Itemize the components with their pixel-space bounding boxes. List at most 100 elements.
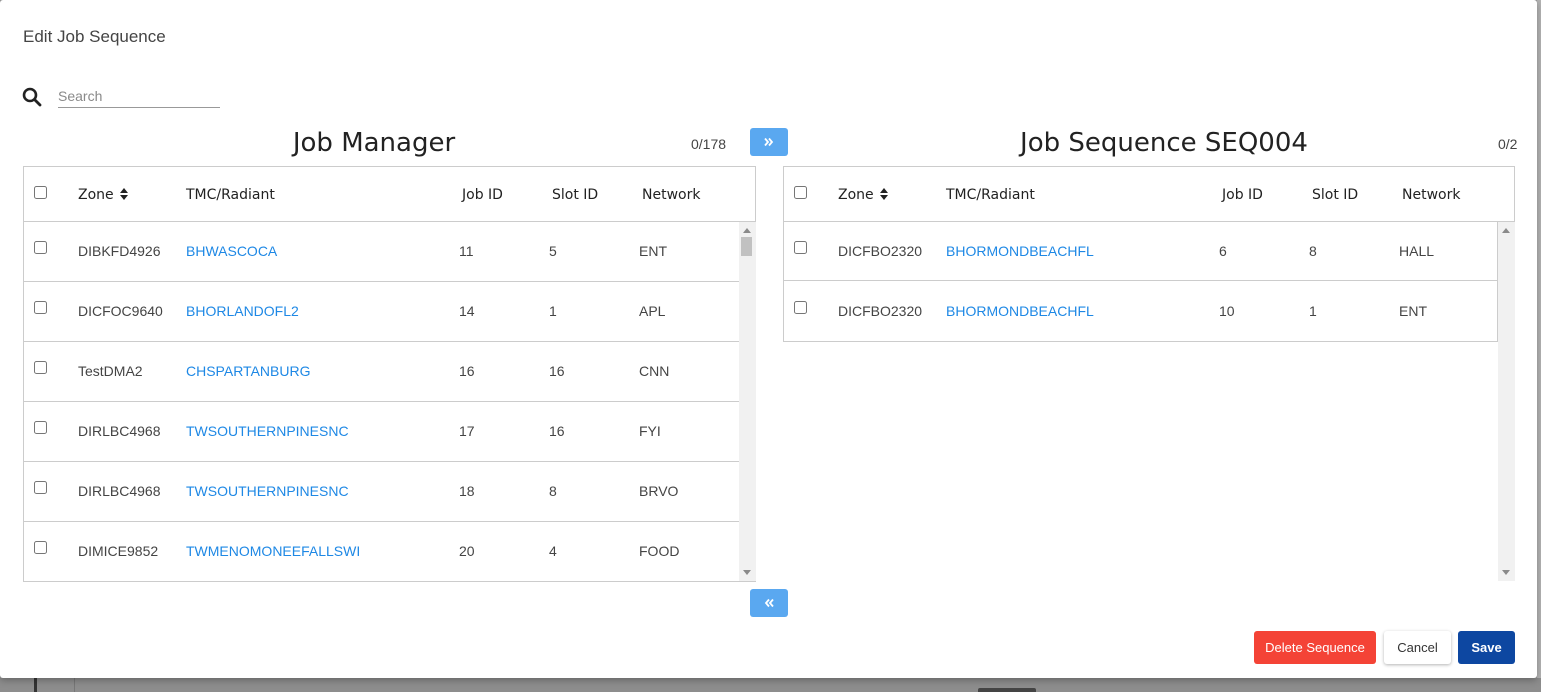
row-checkbox[interactable]	[34, 421, 47, 434]
tmc-link[interactable]: BHWASCOCA	[186, 243, 277, 259]
slot-id-cell: 5	[549, 243, 557, 259]
table-row[interactable]: DICFBO2320 BHORMONDBEACHFL 6 8 HALL	[784, 221, 1497, 281]
background-divider	[34, 678, 37, 692]
network-cell: ENT	[639, 243, 667, 259]
network-cell: FYI	[639, 423, 661, 439]
slot-id-cell: 16	[549, 363, 565, 379]
sort-icon	[879, 188, 888, 200]
job-sequence-table-header: Zone TMC/Radiant Job ID Slot ID Network	[783, 166, 1515, 222]
edit-job-sequence-dialog: Edit Job Sequence Job Manager 0/178 Job …	[0, 0, 1537, 678]
job-sequence-table-body: DICFBO2320 BHORMONDBEACHFL 6 8 HALL DICF…	[783, 221, 1498, 342]
tmc-link[interactable]: TWSOUTHERNPINESNC	[186, 423, 349, 439]
cancel-button[interactable]: Cancel	[1384, 631, 1451, 664]
slot-id-cell: 16	[549, 423, 565, 439]
job-id-cell: 17	[459, 423, 475, 439]
scroll-down-arrow-icon[interactable]	[1502, 570, 1510, 575]
tmc-link[interactable]: TWSOUTHERNPINESNC	[186, 483, 349, 499]
table-row[interactable]: DIMICE9852 TWMENOMONEEFALLSWI 20 4 FOOD	[24, 522, 739, 582]
column-label: Zone	[78, 187, 114, 203]
column-header-job-id[interactable]: Job ID	[1222, 187, 1263, 203]
zone-cell: DICFBO2320	[838, 243, 923, 259]
tmc-link[interactable]: TWMENOMONEEFALLSWI	[186, 543, 360, 559]
search-icon	[22, 87, 42, 107]
slot-id-cell: 4	[549, 543, 557, 559]
dialog-title: Edit Job Sequence	[23, 27, 166, 46]
slot-id-cell: 1	[1309, 303, 1317, 319]
background-page	[0, 678, 1541, 692]
tmc-link[interactable]: BHORLANDOFL2	[186, 303, 299, 319]
job-manager-table: Zone TMC/Radiant Job ID Slot ID Network …	[23, 166, 756, 582]
zone-cell: TestDMA2	[78, 363, 143, 379]
network-cell: FOOD	[639, 543, 680, 559]
network-cell: HALL	[1399, 243, 1435, 259]
double-chevron-right-icon	[764, 137, 774, 147]
job-id-cell: 16	[459, 363, 475, 379]
job-id-cell: 11	[459, 243, 474, 259]
column-header-zone[interactable]: Zone	[838, 187, 888, 203]
scroll-down-arrow-icon[interactable]	[743, 570, 751, 575]
column-header-job-id[interactable]: Job ID	[462, 187, 503, 203]
table-row[interactable]: DIRLBC4968 TWSOUTHERNPINESNC 18 8 BRVO	[24, 462, 739, 522]
column-header-tmc[interactable]: TMC/Radiant	[946, 187, 1035, 203]
column-header-network[interactable]: Network	[1402, 187, 1460, 203]
network-cell: ENT	[1399, 303, 1427, 319]
row-checkbox[interactable]	[34, 361, 47, 374]
zone-cell: DICFBO2320	[838, 303, 923, 319]
row-checkbox[interactable]	[34, 481, 47, 494]
zone-cell: DIRLBC4968	[78, 423, 161, 439]
zone-cell: DIMICE9852	[78, 543, 159, 559]
row-checkbox[interactable]	[34, 541, 47, 554]
tmc-link[interactable]: CHSPARTANBURG	[186, 363, 310, 379]
table-row[interactable]: DICFBO2320 BHORMONDBEACHFL 10 1 ENT	[784, 281, 1497, 341]
scroll-up-arrow-icon[interactable]	[1502, 228, 1510, 233]
move-to-sequence-button[interactable]	[750, 128, 788, 156]
table-row[interactable]: DIBKFD4926 BHWASCOCA 11 5 ENT	[24, 222, 739, 282]
job-sequence-title: Job Sequence SEQ004	[1020, 128, 1308, 158]
row-checkbox[interactable]	[794, 241, 807, 254]
table-header: Zone TMC/Radiant Job ID Slot ID Network	[24, 167, 755, 222]
row-checkbox[interactable]	[34, 301, 47, 314]
move-to-job-manager-button[interactable]	[750, 589, 788, 617]
slot-id-cell: 8	[549, 483, 557, 499]
background-element	[978, 688, 1036, 692]
select-all-checkbox[interactable]	[34, 186, 47, 199]
job-sequence-selection-count: 0/2	[1498, 136, 1518, 152]
table-row[interactable]: DIRLBC4968 TWSOUTHERNPINESNC 17 16 FYI	[24, 402, 739, 462]
table-row[interactable]: DICFOC9640 BHORLANDOFL2 14 1 APL	[24, 282, 739, 342]
tmc-link[interactable]: BHORMONDBEACHFL	[946, 303, 1094, 319]
select-all-checkbox[interactable]	[794, 186, 807, 199]
background-divider	[74, 678, 75, 692]
delete-sequence-button[interactable]: Delete Sequence	[1254, 631, 1376, 664]
job-id-cell: 18	[459, 483, 475, 499]
column-header-network[interactable]: Network	[642, 187, 700, 203]
slot-id-cell: 8	[1309, 243, 1317, 259]
zone-cell: DIRLBC4968	[78, 483, 161, 499]
slot-id-cell: 1	[549, 303, 557, 319]
column-header-slot-id[interactable]: Slot ID	[552, 187, 598, 203]
double-chevron-left-icon	[764, 598, 774, 608]
table-row[interactable]: TestDMA2 CHSPARTANBURG 16 16 CNN	[24, 342, 739, 402]
row-checkbox[interactable]	[34, 241, 47, 254]
zone-cell: DICFOC9640	[78, 303, 163, 319]
search-input[interactable]	[58, 85, 220, 108]
column-header-zone[interactable]: Zone	[78, 187, 128, 203]
job-manager-title: Job Manager	[292, 128, 456, 158]
job-id-cell: 20	[459, 543, 475, 559]
job-id-cell: 14	[459, 303, 475, 319]
sort-icon	[119, 188, 128, 200]
job-id-cell: 6	[1219, 243, 1227, 259]
row-checkbox[interactable]	[794, 301, 807, 314]
right-table-scrollbar[interactable]	[1498, 222, 1515, 581]
column-header-tmc[interactable]: TMC/Radiant	[186, 187, 275, 203]
zone-cell: DIBKFD4926	[78, 243, 161, 259]
tmc-link[interactable]: BHORMONDBEACHFL	[946, 243, 1094, 259]
left-table-scrollbar[interactable]	[739, 222, 756, 581]
job-manager-selection-count: 0/178	[691, 136, 727, 152]
scroll-up-arrow-icon[interactable]	[743, 228, 751, 233]
network-cell: BRVO	[639, 483, 679, 499]
background-page	[1537, 0, 1541, 678]
network-cell: CNN	[639, 363, 670, 379]
scrollbar-thumb[interactable]	[741, 237, 752, 256]
save-button[interactable]: Save	[1458, 631, 1515, 664]
column-header-slot-id[interactable]: Slot ID	[1312, 187, 1358, 203]
